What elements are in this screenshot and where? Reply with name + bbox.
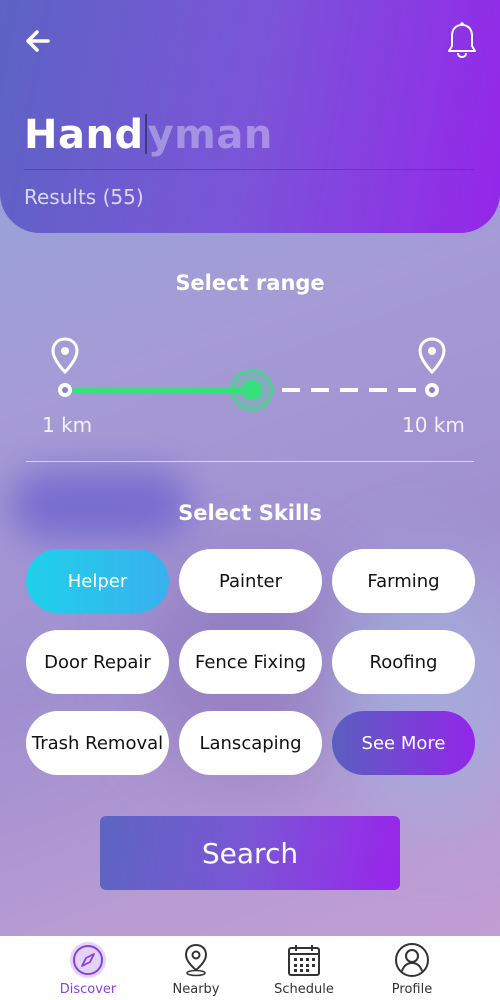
skills-title: Select Skills [178,501,322,525]
compass-icon [73,945,103,975]
see-more-button[interactable]: See More [332,711,475,775]
map-pin-icon [418,337,446,375]
skill-chip-helper[interactable]: Helper [26,549,169,613]
tab-schedule[interactable]: Schedule [254,936,354,1000]
notifications-button[interactable] [444,20,480,60]
section-divider [26,461,474,462]
skill-chip-fence-fixing[interactable]: Fence Fixing [179,630,322,694]
range-max-label: 10 km [402,413,465,437]
range-end-marker [425,383,439,397]
back-button[interactable] [22,26,54,56]
range-track-filled [72,388,244,393]
skill-chip-trash-removal[interactable]: Trash Removal [26,711,169,775]
range-title: Select range [175,271,325,295]
tab-label: Nearby [172,982,220,997]
results-count: Results (55) [24,185,144,209]
bottom-tab-bar: Discover Nearby Schedule Profile [0,936,500,1000]
arrow-left-icon [26,30,50,52]
tab-discover[interactable]: Discover [38,936,138,1000]
range-track-remaining [282,388,420,392]
range-slider-thumb[interactable] [231,369,273,411]
skill-chip-door-repair[interactable]: Door Repair [26,630,169,694]
user-icon [395,943,429,977]
search-query-text: Hand [24,112,144,158]
bell-icon [448,22,476,59]
tab-label: Schedule [274,982,334,997]
tab-profile[interactable]: Profile [362,936,462,1000]
skill-chip-painter[interactable]: Painter [179,549,322,613]
search-autocomplete-suggestion: yman [147,112,273,158]
map-pin-icon [51,337,79,375]
text-cursor [144,114,147,154]
range-min-label: 1 km [42,413,93,437]
search-query-input[interactable]: Hand yman [24,112,273,158]
calendar-icon [288,945,320,976]
skill-chip-farming[interactable]: Farming [332,549,475,613]
input-underline [24,169,474,170]
skill-chip-roofing[interactable]: Roofing [332,630,475,694]
skill-chip-lanscaping[interactable]: Lanscaping [179,711,322,775]
header: Hand yman Results (55) [0,0,500,233]
tab-label: Profile [391,982,433,997]
tab-label: Discover [59,982,117,997]
search-button[interactable]: Search [100,816,400,890]
tab-nearby[interactable]: Nearby [146,936,246,1000]
range-start-marker [58,383,72,397]
map-pin-icon [184,943,208,977]
